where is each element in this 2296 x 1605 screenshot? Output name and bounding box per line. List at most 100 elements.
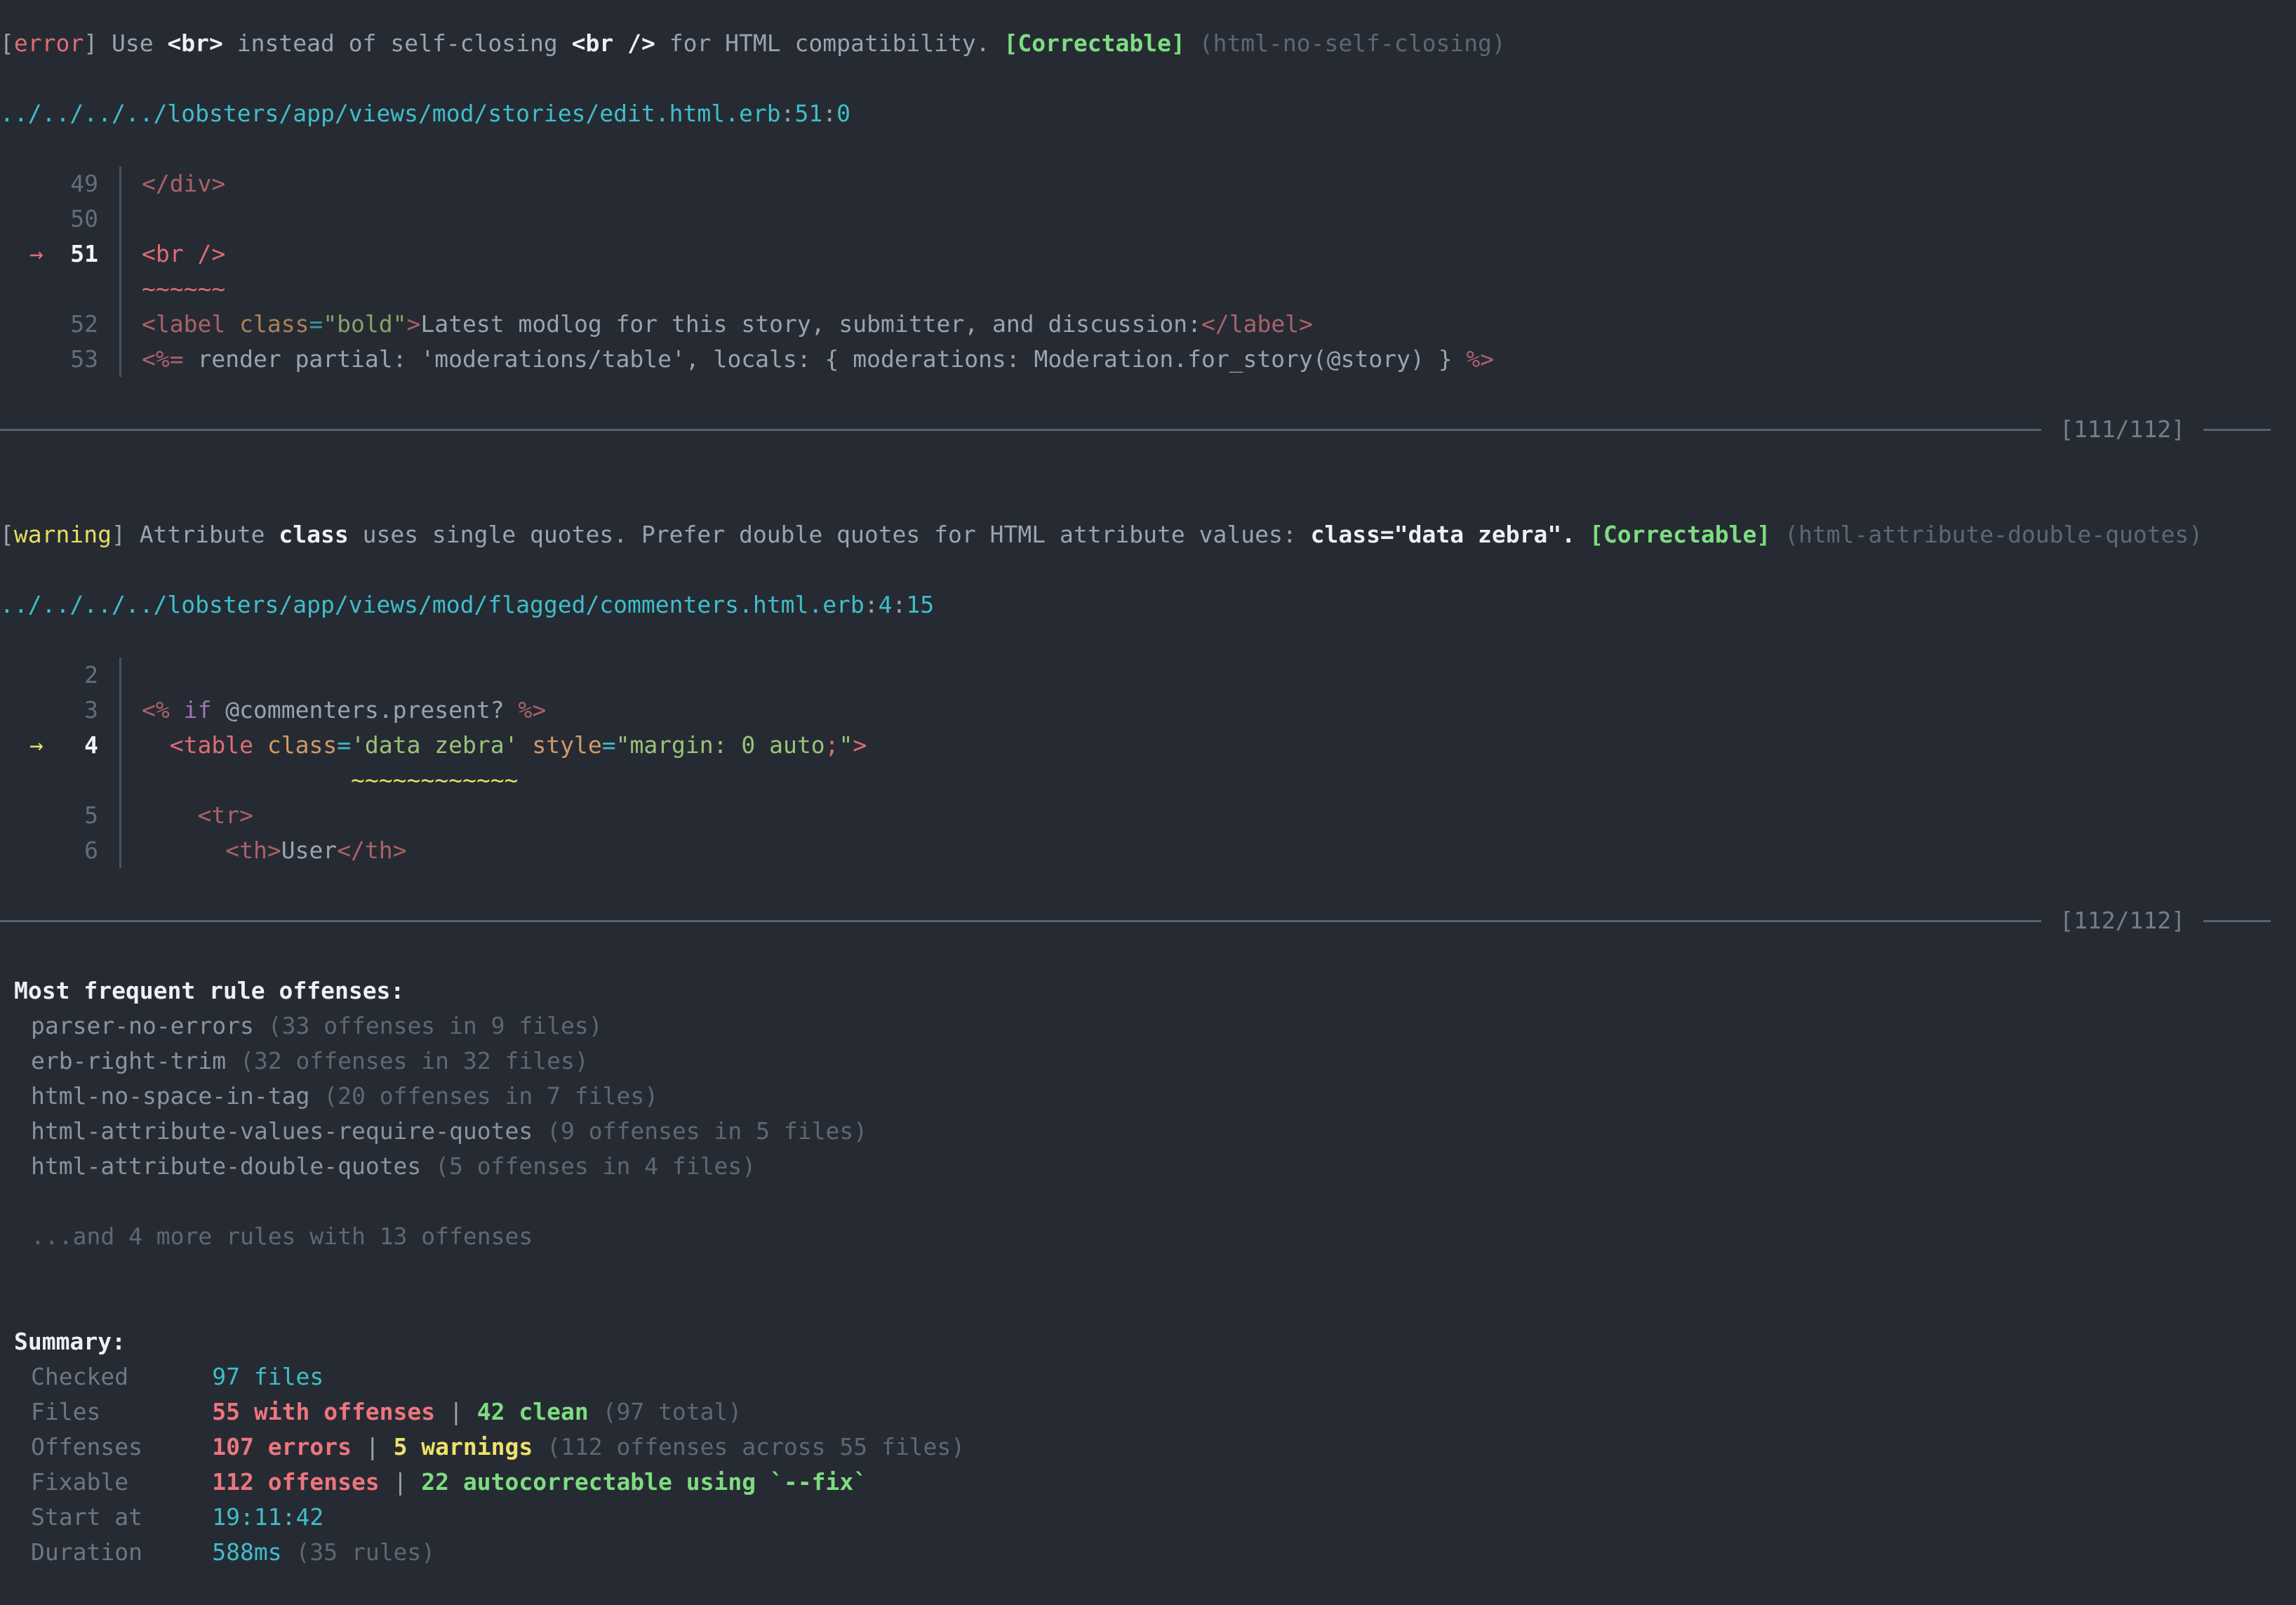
separator-rule-right bbox=[2203, 920, 2271, 922]
summary-title: Summary: bbox=[0, 1324, 2296, 1359]
code-line: 53<%= render partial: 'moderations/table… bbox=[0, 342, 2296, 377]
code-text: ~~~~~~~~~~~~ bbox=[121, 763, 518, 798]
summary-value: 97 files bbox=[212, 1363, 323, 1390]
line-number: 51 bbox=[0, 237, 121, 272]
summary-value: 112 offenses | 22 autocorrectable using … bbox=[212, 1468, 867, 1496]
blank-line bbox=[0, 61, 2296, 96]
summary-row: Start at19:11:42 bbox=[0, 1500, 2296, 1535]
rule-name: html-no-space-in-tag bbox=[31, 1082, 309, 1110]
code-line: 50 bbox=[0, 201, 2296, 237]
summary-row: Files55 with offenses | 42 clean (97 tot… bbox=[0, 1394, 2296, 1430]
squiggle-underline-line: ~~~~~~~~~~~~ bbox=[0, 763, 2296, 798]
code-text bbox=[121, 201, 142, 237]
rule-name: parser-no-errors bbox=[31, 1012, 254, 1039]
separator-rule-left bbox=[0, 429, 2041, 431]
code-line: 5 <tr> bbox=[0, 798, 2296, 833]
blank-line bbox=[0, 938, 2296, 973]
offense-counter: [112/112] bbox=[2060, 903, 2185, 938]
rule-offense-item: html-attribute-double-quotes (5 offenses… bbox=[0, 1149, 2296, 1184]
code-text: <% if @commenters.present? %> bbox=[121, 693, 546, 728]
summary-label: Checked bbox=[31, 1359, 212, 1394]
summary-label: Start at bbox=[31, 1500, 212, 1535]
code-excerpt-2: 23<% if @commenters.present? %>→4 <table… bbox=[0, 658, 2296, 868]
line-number: 6 bbox=[0, 833, 121, 868]
code-text: <br /> bbox=[121, 237, 225, 272]
separator-rule-right bbox=[2203, 429, 2271, 431]
summary-value: 588ms (35 rules) bbox=[212, 1538, 435, 1566]
blank-line bbox=[0, 552, 2296, 587]
rule-offense-count: (33 offenses in 9 files) bbox=[268, 1012, 603, 1039]
line-number: 50 bbox=[0, 201, 121, 237]
code-text: </div> bbox=[121, 166, 225, 201]
line-number bbox=[0, 763, 121, 798]
line-number: 52 bbox=[0, 307, 121, 342]
summary-row: Duration588ms (35 rules) bbox=[0, 1535, 2296, 1570]
blank-line bbox=[0, 131, 2296, 166]
code-line: 52<label class="bold">Latest modlog for … bbox=[0, 307, 2296, 342]
line-number bbox=[0, 272, 121, 307]
line-number: 53 bbox=[0, 342, 121, 377]
code-line: →51<br /> bbox=[0, 237, 2296, 272]
summary-value: 55 with offenses | 42 clean (97 total) bbox=[212, 1398, 742, 1425]
code-text bbox=[121, 658, 142, 693]
rule-offense-item: erb-right-trim (32 offenses in 32 files) bbox=[0, 1044, 2296, 1079]
rule-offense-item: html-attribute-values-require-quotes (9 … bbox=[0, 1114, 2296, 1149]
line-number: 2 bbox=[0, 658, 121, 693]
code-text: ~~~~~~ bbox=[121, 272, 225, 307]
blank-line bbox=[0, 1254, 2296, 1289]
line-number: 3 bbox=[0, 693, 121, 728]
summary-value: 19:11:42 bbox=[212, 1503, 323, 1531]
summary-label: Files bbox=[31, 1394, 212, 1430]
offense-arrow-icon: → bbox=[29, 237, 44, 272]
blank-line bbox=[0, 377, 2296, 412]
summary-row: Offenses107 errors | 5 warnings (112 off… bbox=[0, 1430, 2296, 1465]
blank-line bbox=[0, 868, 2296, 903]
line-number: 49 bbox=[0, 166, 121, 201]
code-line: 49</div> bbox=[0, 166, 2296, 201]
line-number: 4 bbox=[0, 728, 121, 763]
rule-offense-count: (9 offenses in 5 files) bbox=[547, 1117, 867, 1145]
rule-offense-count: (20 offenses in 7 files) bbox=[323, 1082, 658, 1110]
offense-separator-1: [111/112] bbox=[0, 412, 2296, 447]
summary-table: Checked97 filesFiles55 with offenses | 4… bbox=[0, 1359, 2296, 1570]
rule-name: erb-right-trim bbox=[31, 1047, 226, 1074]
separator-rule-left bbox=[0, 920, 2041, 922]
code-text: <th>User</th> bbox=[121, 833, 407, 868]
offense-message-error: [error] Use <br> instead of self-closing… bbox=[0, 26, 2296, 61]
rule-name: html-attribute-values-require-quotes bbox=[31, 1117, 533, 1145]
blank-line bbox=[0, 1289, 2296, 1324]
rules-list: parser-no-errors (33 offenses in 9 files… bbox=[0, 1008, 2296, 1184]
code-excerpt-1: 49</div>50→51<br />~~~~~~52<label class=… bbox=[0, 166, 2296, 377]
blank-line bbox=[0, 447, 2296, 482]
rules-section-title: Most frequent rule offenses: bbox=[0, 973, 2296, 1008]
code-text: <table class='data zebra' style="margin:… bbox=[121, 728, 867, 763]
summary-value: 107 errors | 5 warnings (112 offenses ac… bbox=[212, 1433, 965, 1460]
rule-name: html-attribute-double-quotes bbox=[31, 1152, 421, 1180]
more-rules-note: ...and 4 more rules with 13 offenses bbox=[0, 1219, 2296, 1254]
rule-offense-count: (5 offenses in 4 files) bbox=[435, 1152, 756, 1180]
blank-line bbox=[0, 1570, 2296, 1605]
code-text: <%= render partial: 'moderations/table',… bbox=[121, 342, 1494, 377]
rule-offense-item: parser-no-errors (33 offenses in 9 files… bbox=[0, 1008, 2296, 1044]
offense-arrow-icon: → bbox=[29, 728, 44, 763]
summary-label: Duration bbox=[31, 1535, 212, 1570]
file-path-1: ../../../../lobsters/app/views/mod/stori… bbox=[0, 96, 2296, 131]
terminal-output[interactable]: [error] Use <br> instead of self-closing… bbox=[0, 0, 2296, 1597]
summary-row: Checked97 files bbox=[0, 1359, 2296, 1394]
rule-offense-item: html-no-space-in-tag (20 offenses in 7 f… bbox=[0, 1079, 2296, 1114]
code-text: <tr> bbox=[121, 798, 253, 833]
summary-label: Offenses bbox=[31, 1430, 212, 1465]
file-path-2: ../../../../lobsters/app/views/mod/flagg… bbox=[0, 587, 2296, 622]
offense-separator-2: [112/112] bbox=[0, 903, 2296, 938]
code-line: →4 <table class='data zebra' style="marg… bbox=[0, 728, 2296, 763]
offense-message-warning: [warning] Attribute class uses single qu… bbox=[0, 517, 2296, 552]
offense-counter: [111/112] bbox=[2060, 412, 2185, 447]
code-line: 2 bbox=[0, 658, 2296, 693]
code-line: 6 <th>User</th> bbox=[0, 833, 2296, 868]
summary-label: Fixable bbox=[31, 1465, 212, 1500]
rule-offense-count: (32 offenses in 32 files) bbox=[240, 1047, 589, 1074]
blank-line bbox=[0, 1184, 2296, 1219]
squiggle-underline-line: ~~~~~~ bbox=[0, 272, 2296, 307]
blank-line bbox=[0, 622, 2296, 658]
code-line: 3<% if @commenters.present? %> bbox=[0, 693, 2296, 728]
